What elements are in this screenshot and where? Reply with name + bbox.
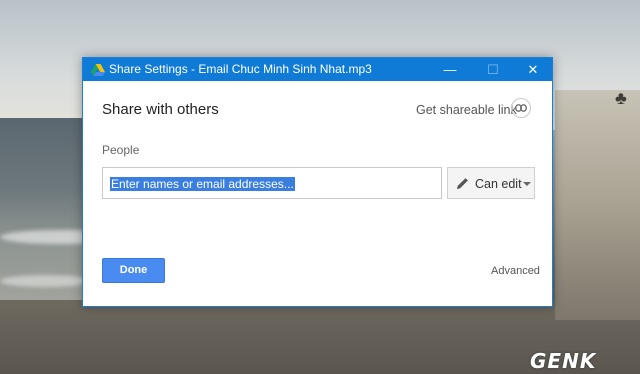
window-title: Share Settings - Email Chuc Minh Sinh Nh… <box>109 62 372 76</box>
google-drive-icon <box>91 63 105 76</box>
people-label: People <box>102 143 140 157</box>
get-shareable-link[interactable]: Get shareable link <box>416 103 517 117</box>
dialog-heading: Share with others <box>102 101 219 118</box>
palm-tree-icon: ♣ <box>615 88 627 108</box>
people-input-value[interactable]: Enter names or email addresses... <box>110 177 295 191</box>
link-icon <box>515 104 527 112</box>
shareable-link-button[interactable] <box>511 98 531 118</box>
share-settings-window: Share Settings - Email Chuc Minh Sinh Nh… <box>82 57 553 307</box>
watermark-logo: GENK <box>530 349 597 373</box>
permission-label: Can edit <box>475 177 522 191</box>
title-bar[interactable]: Share Settings - Email Chuc Minh Sinh Nh… <box>83 58 552 81</box>
people-input[interactable]: Enter names or email addresses... <box>102 167 442 199</box>
minimize-button[interactable]: — <box>430 58 470 81</box>
caret-down-icon <box>523 182 531 186</box>
background-shore <box>555 90 640 320</box>
maximize-button[interactable]: ☐ <box>473 58 513 81</box>
pencil-icon <box>457 178 468 189</box>
done-button[interactable]: Done <box>102 258 165 283</box>
background-wave <box>0 275 90 287</box>
permission-dropdown[interactable]: Can edit <box>447 167 535 199</box>
close-button[interactable]: ✕ <box>513 58 553 81</box>
advanced-link[interactable]: Advanced <box>491 265 540 277</box>
